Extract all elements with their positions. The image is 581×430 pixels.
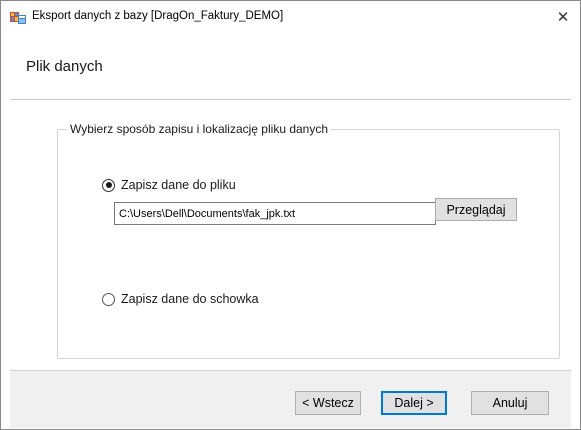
title-bar: Eksport danych z bazy [DragOn_Faktury_DE… bbox=[1, 1, 580, 32]
page-title: Plik danych bbox=[26, 58, 103, 75]
save-to-clipboard-radio[interactable] bbox=[102, 292, 115, 306]
export-dialog-window: Eksport danych z bazy [DragOn_Faktury_DE… bbox=[0, 0, 581, 430]
back-button[interactable]: < Wstecz bbox=[295, 391, 361, 415]
database-export-icon bbox=[10, 12, 26, 24]
window-title: Eksport danych z bazy [DragOn_Faktury_DE… bbox=[32, 10, 284, 22]
groupbox-legend: Wybierz sposób zapisu i lokalizację plik… bbox=[67, 122, 332, 136]
cancel-button[interactable]: Anuluj bbox=[471, 391, 549, 415]
wizard-header: Plik danych bbox=[10, 36, 571, 100]
save-to-file-radio[interactable] bbox=[102, 178, 115, 192]
save-to-file-label: Zapisz dane do pliku bbox=[121, 178, 236, 192]
save-method-groupbox bbox=[57, 129, 560, 359]
next-button[interactable]: Dalej > bbox=[381, 391, 447, 415]
file-path-input[interactable] bbox=[114, 202, 436, 225]
browse-button[interactable]: Przeglądaj bbox=[435, 198, 517, 221]
save-to-clipboard-label: Zapisz dane do schowka bbox=[121, 292, 259, 306]
save-to-file-option[interactable]: Zapisz dane do pliku bbox=[102, 178, 236, 192]
close-button[interactable]: ✕ bbox=[546, 1, 580, 32]
close-icon: ✕ bbox=[556, 8, 570, 26]
save-to-clipboard-option[interactable]: Zapisz dane do schowka bbox=[102, 292, 259, 306]
